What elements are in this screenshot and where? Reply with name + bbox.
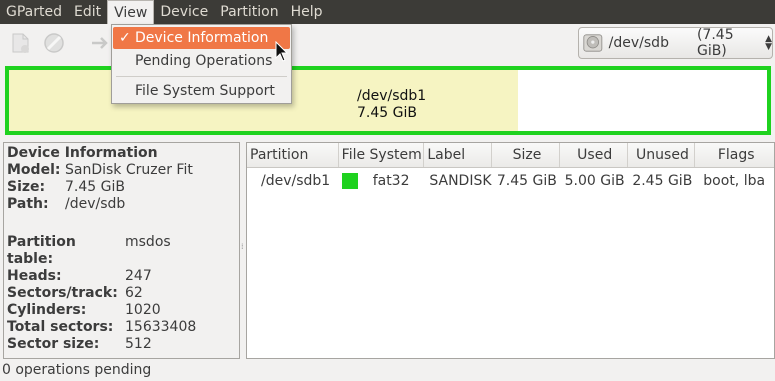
menu-gparted[interactable]: GParted <box>0 0 68 24</box>
column-header-unused[interactable]: Unused <box>628 143 696 167</box>
partition-graph-label: /dev/sdb1 7.45 GiB <box>357 88 426 122</box>
view-menu-dropdown: ✓ Device Information Pending Operations … <box>111 24 292 104</box>
path-label: Path: <box>7 196 49 212</box>
pane-splitter-handle[interactable]: ⁞ <box>241 243 244 259</box>
device-path: /dev/sdb <box>608 35 669 51</box>
total-sectors-label: Total sectors: <box>7 319 114 335</box>
menu-partition[interactable]: Partition <box>214 0 284 24</box>
cell-label: SANDISK <box>429 173 492 189</box>
menu-bar: GParted Edit View Device Partition Help <box>0 0 775 24</box>
partition-graph-size: 7.45 GiB <box>357 105 417 121</box>
column-header-size[interactable]: Size <box>492 143 560 167</box>
size-value: 7.45 GiB <box>65 179 125 195</box>
resize-move-icon[interactable] <box>90 32 112 54</box>
check-icon: ✓ <box>119 30 131 46</box>
cell-fs-name: fat32 <box>372 173 410 189</box>
column-header-file-system[interactable]: File System <box>339 143 425 167</box>
cell-partition: /dev/sdb1 <box>261 173 331 189</box>
menu-item-label: Device Information <box>135 30 269 46</box>
cell-size: 7.45 GiB <box>496 173 557 189</box>
menu-separator <box>116 76 287 77</box>
menu-help[interactable]: Help <box>285 0 329 24</box>
cylinders-value: 1020 <box>125 302 161 318</box>
menu-item-device-information[interactable]: ✓ Device Information <box>113 27 290 49</box>
model-value: SanDisk Cruzer Fit <box>65 162 193 178</box>
menu-item-pending-operations[interactable]: Pending Operations <box>113 50 290 72</box>
new-partition-icon[interactable] <box>9 32 31 54</box>
size-label: Size: <box>7 179 46 195</box>
menu-view[interactable]: View <box>107 0 155 24</box>
sector-size-value: 512 <box>125 336 152 352</box>
table-header: Partition File System Label Size Used Un… <box>247 143 774 168</box>
cell-used: 5.00 GiB <box>564 173 625 189</box>
mouse-cursor-icon <box>275 41 289 62</box>
column-header-partition[interactable]: Partition <box>247 143 339 167</box>
model-label: Model: <box>7 162 61 178</box>
device-info-panel: Device Information Model: SanDisk Cruzer … <box>3 142 240 359</box>
column-header-used[interactable]: Used <box>560 143 628 167</box>
menu-item-label: File System Support <box>135 83 275 99</box>
fs-color-swatch <box>341 173 358 189</box>
column-header-flags[interactable]: Flags <box>695 143 774 167</box>
menu-edit[interactable]: Edit <box>68 0 107 24</box>
partition-table: Partition File System Label Size Used Un… <box>246 142 775 359</box>
table-row[interactable]: /dev/sdb1 fat32 SANDISK 7.45 GiB 5.00 Gi… <box>247 169 774 193</box>
menu-device[interactable]: Device <box>154 0 214 24</box>
cylinders-label: Cylinders: <box>7 302 87 318</box>
menu-item-label: Pending Operations <box>135 53 273 69</box>
column-header-label[interactable]: Label <box>424 143 493 167</box>
partition-graph-name: /dev/sdb1 <box>357 88 427 104</box>
device-selector[interactable]: /dev/sdb (7.45 GiB) ▲ ▼ <box>578 27 773 59</box>
menu-item-file-system-support[interactable]: File System Support <box>113 80 290 102</box>
disk-icon <box>583 34 603 52</box>
sectors-track-label: Sectors/track: <box>7 285 118 301</box>
partition-table-label: Partition table: <box>7 234 76 267</box>
device-size: (7.45 GiB) <box>696 27 734 59</box>
path-value: /dev/sdb <box>65 196 126 212</box>
status-bar: 0 operations pending <box>2 362 152 378</box>
total-sectors-value: 15633408 <box>125 319 197 335</box>
heads-label: Heads: <box>7 268 62 284</box>
delete-icon[interactable] <box>43 32 65 54</box>
heads-value: 247 <box>125 268 152 284</box>
cell-flags: boot, lba <box>703 173 766 189</box>
combo-arrows-icon: ▲ ▼ <box>765 34 772 52</box>
sectors-track-value: 62 <box>125 285 143 301</box>
device-info-title: Device Information <box>7 145 158 161</box>
partition-table-value: msdos <box>125 234 171 250</box>
cell-unused: 2.45 GiB <box>632 173 693 189</box>
cell-file-system: fat32 <box>339 169 425 193</box>
sector-size-label: Sector size: <box>7 336 100 352</box>
